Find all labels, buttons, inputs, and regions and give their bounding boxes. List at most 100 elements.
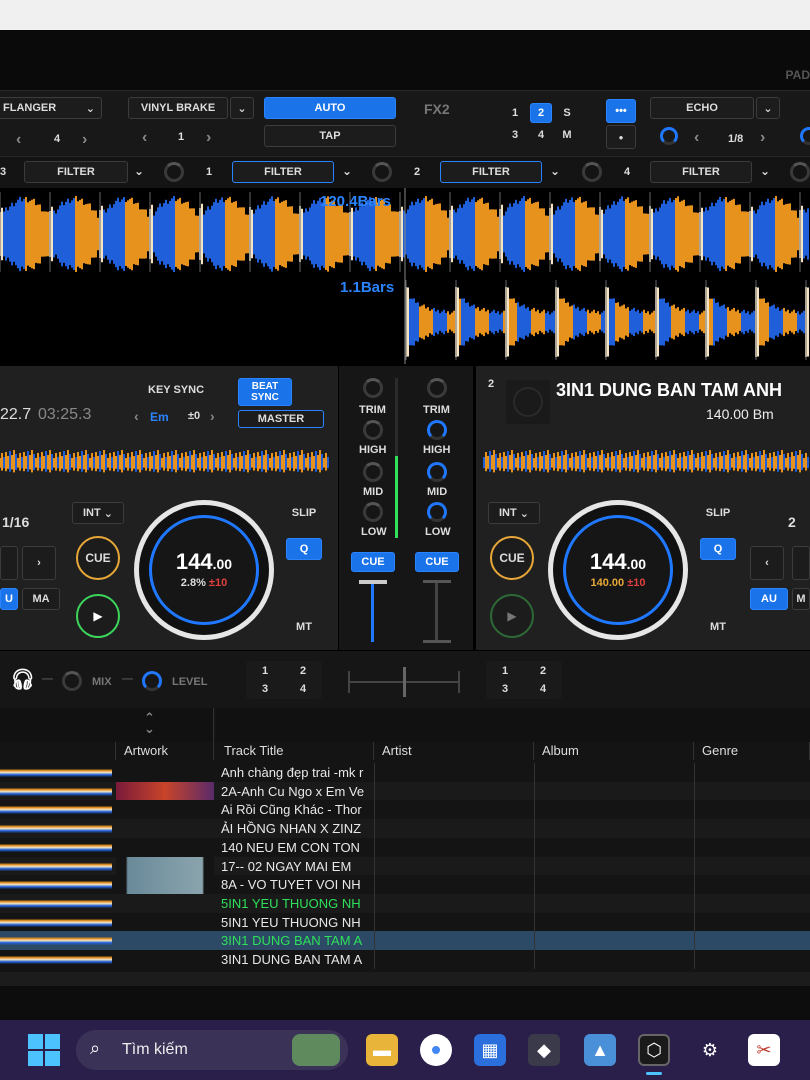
- col-album[interactable]: Album: [534, 742, 694, 760]
- deck1-jog-wheel[interactable]: 144.00 2.8% ±10: [134, 500, 274, 640]
- deck2-slip-button[interactable]: SLIP: [700, 502, 736, 524]
- table-row[interactable]: 2A-Anh Cu Ngo x Em Ve: [0, 781, 810, 801]
- deck2-auto-button[interactable]: AU: [750, 588, 788, 610]
- assign-a-4[interactable]: 4: [300, 683, 306, 695]
- store-icon[interactable]: ▦: [474, 1034, 506, 1066]
- col-track-title[interactable]: Track Title: [216, 742, 374, 760]
- table-row[interactable]: 3IN1 DUNG BAN TAM A: [0, 950, 810, 969]
- table-row[interactable]: 5IN1 YEU THUONG NH: [0, 893, 810, 913]
- headphone-level-knob[interactable]: [142, 671, 162, 691]
- assign-a-1[interactable]: 1: [262, 665, 268, 677]
- fx2-ch-2[interactable]: 2: [530, 103, 552, 123]
- headphone-icon[interactable]: 🎧︎: [10, 667, 35, 692]
- fx2-ch-m[interactable]: M: [556, 125, 578, 145]
- browser-search-bar[interactable]: [216, 708, 810, 742]
- filter-ch2-knob[interactable]: [582, 162, 602, 182]
- ch2-trim-knob[interactable]: [427, 378, 447, 398]
- deck1-slip-button[interactable]: SLIP: [286, 502, 322, 524]
- deck2-play-button[interactable]: ▶: [490, 594, 534, 638]
- table-row[interactable]: ẢI HỒNG NHAN X ZINZ: [0, 819, 810, 839]
- rekordbox-icon[interactable]: ⬡: [638, 1034, 670, 1066]
- beat-sync-button[interactable]: BEAT SYNC: [238, 378, 292, 406]
- key-next-icon[interactable]: ›: [210, 408, 215, 424]
- app-cube-icon[interactable]: ◆: [528, 1034, 560, 1066]
- ch1-low-knob[interactable]: [363, 502, 383, 522]
- col-waveform[interactable]: [0, 742, 116, 760]
- taskbar-search[interactable]: ⌕ Tìm kiếm: [76, 1030, 348, 1070]
- deck2-cue-button[interactable]: CUE: [490, 536, 534, 580]
- assign-b-3[interactable]: 3: [502, 683, 508, 695]
- table-row[interactable]: 17-- 02 NGAY MAI EM: [0, 856, 810, 876]
- ch2-mid-knob[interactable]: [427, 462, 447, 482]
- deck1-loop-half[interactable]: [0, 546, 18, 580]
- ch2-cue-button[interactable]: CUE: [415, 552, 459, 572]
- filter-ch1-button[interactable]: FILTER: [232, 161, 334, 183]
- chevron-down-icon[interactable]: ⌄: [756, 97, 780, 119]
- deck2-quantize-button[interactable]: Q: [700, 538, 736, 560]
- table-row[interactable]: 140 NEU EM CON TON: [0, 837, 810, 857]
- table-row[interactable]: 3IN1 DUNG BAN TAM A: [0, 931, 810, 951]
- ch1-trim-knob[interactable]: [363, 378, 383, 398]
- deck1-manual-button[interactable]: MA: [22, 588, 60, 610]
- fx2-record-button[interactable]: ●: [606, 125, 636, 149]
- filter-ch4-knob[interactable]: [790, 162, 810, 182]
- ch1-mid-knob[interactable]: [363, 462, 383, 482]
- fx1-prev-icon[interactable]: ‹: [16, 131, 21, 149]
- assign-a-2[interactable]: 2: [300, 665, 306, 677]
- fx2-effect-select[interactable]: ECHO: [650, 97, 754, 119]
- waveform-area[interactable]: 120.4Bars 1.1Bars: [0, 188, 810, 364]
- fx2-prev-icon[interactable]: ‹: [694, 129, 699, 147]
- assign-a-3[interactable]: 3: [262, 683, 268, 695]
- ch2-high-knob[interactable]: [427, 420, 447, 440]
- deck1-cue-button[interactable]: CUE: [76, 536, 120, 580]
- snipping-tool-icon[interactable]: ✂: [748, 1034, 780, 1066]
- ch1-volume-fader-handle[interactable]: [359, 580, 387, 584]
- vinyl-prev-icon[interactable]: ‹: [142, 129, 147, 147]
- table-row[interactable]: Ai Rồi Cũng Khác - Thor: [0, 800, 810, 820]
- deck2-overview-waveform[interactable]: [480, 442, 810, 486]
- headphone-mix-knob[interactable]: [62, 671, 82, 691]
- deck1-overview-waveform[interactable]: [0, 442, 334, 486]
- deck2-loop-half[interactable]: ‹: [750, 546, 784, 580]
- filter-ch3-button[interactable]: FILTER: [24, 161, 128, 183]
- auto-button[interactable]: AUTO: [264, 97, 396, 119]
- fx2-ch-s[interactable]: S: [556, 103, 578, 123]
- tap-button[interactable]: TAP: [264, 125, 396, 147]
- table-row[interactable]: Anh chàng đẹp trai -mk r: [0, 763, 810, 782]
- pad-label[interactable]: PAD: [786, 68, 810, 82]
- fx2-knob[interactable]: [660, 127, 678, 145]
- deck2-loop-double[interactable]: [792, 546, 810, 580]
- browser-scrollbar[interactable]: [0, 972, 810, 986]
- deck1-play-button[interactable]: ▶: [76, 594, 120, 638]
- fx2-next-icon[interactable]: ›: [760, 129, 765, 147]
- chrome-icon[interactable]: [420, 1034, 452, 1066]
- filter-ch4-button[interactable]: FILTER: [650, 161, 752, 183]
- deck2-jog-wheel[interactable]: 144.00 140.00 ±10: [548, 500, 688, 640]
- fx2-ch-3[interactable]: 3: [504, 125, 526, 145]
- key-prev-icon[interactable]: ‹: [134, 408, 139, 424]
- windows-start-icon[interactable]: [28, 1034, 60, 1066]
- deck2-manual-button[interactable]: M: [792, 588, 810, 610]
- assign-b-2[interactable]: 2: [540, 665, 546, 677]
- chevron-down-icon[interactable]: ⌄: [134, 164, 144, 178]
- deck1-master-tempo-button[interactable]: MT: [286, 616, 322, 638]
- fx2-ch-1[interactable]: 1: [504, 103, 526, 123]
- filter-ch2-button[interactable]: FILTER: [440, 161, 542, 183]
- chevron-down-icon[interactable]: ⌄: [342, 164, 352, 178]
- settings-gear-icon[interactable]: ⚙: [694, 1034, 726, 1066]
- deck1-int-select[interactable]: INT ⌄: [72, 502, 124, 524]
- master-button[interactable]: MASTER: [238, 410, 324, 428]
- crossfader-handle[interactable]: [403, 667, 406, 697]
- assign-b-1[interactable]: 1: [502, 665, 508, 677]
- chevron-down-icon[interactable]: ⌄: [550, 164, 560, 178]
- deck1-loop-double[interactable]: ›: [22, 546, 56, 580]
- waveform-display[interactable]: [0, 188, 810, 364]
- assign-b-4[interactable]: 4: [540, 683, 546, 695]
- chevron-down-icon[interactable]: ⌄: [230, 97, 254, 119]
- ch1-cue-button[interactable]: CUE: [351, 552, 395, 572]
- vinyl-next-icon[interactable]: ›: [206, 129, 211, 147]
- deck1-quantize-button[interactable]: Q: [286, 538, 322, 560]
- resize-updown-icon[interactable]: ⌃ ⌄: [144, 711, 155, 735]
- ch2-low-knob[interactable]: [427, 502, 447, 522]
- fx1-next-icon[interactable]: ›: [82, 131, 87, 149]
